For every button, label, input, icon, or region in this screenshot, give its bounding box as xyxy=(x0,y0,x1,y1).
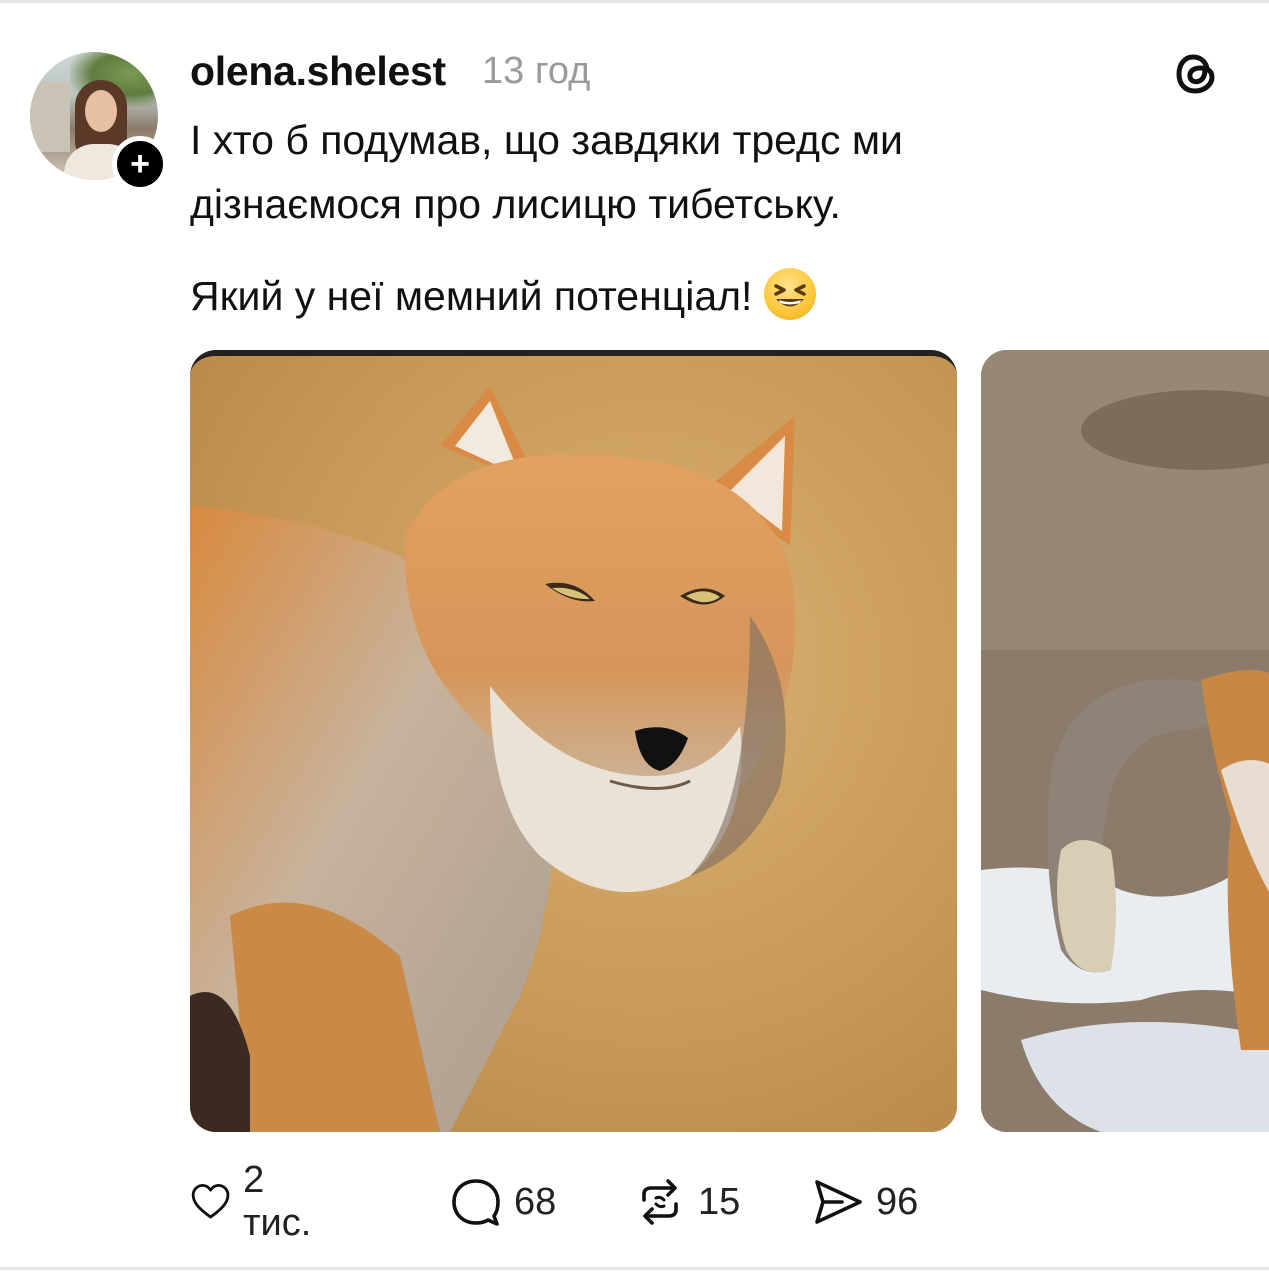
repost-icon xyxy=(642,1179,678,1225)
threads-logo-icon[interactable] xyxy=(1172,48,1224,100)
post-text-line-3-content: Який у неї мемний потенціал! xyxy=(190,273,753,319)
like-count: 2 тис. xyxy=(243,1159,312,1244)
repost-button[interactable]: 15 xyxy=(634,1172,740,1232)
post-text-line-3: Який у неї мемний потенціал! xyxy=(190,264,1190,328)
bottom-divider xyxy=(0,1267,1269,1270)
username[interactable]: olena.shelest xyxy=(190,48,446,95)
timestamp: 13 год xyxy=(482,50,591,92)
share-count: 96 xyxy=(876,1180,919,1223)
follow-plus-icon[interactable]: + xyxy=(112,136,168,192)
post-text-line-2: дізнаємося про лисицю тибетську. xyxy=(190,181,841,227)
share-button[interactable]: 96 xyxy=(812,1172,918,1232)
heart-icon xyxy=(191,1183,230,1219)
repost-count: 15 xyxy=(698,1180,741,1223)
send-icon xyxy=(815,1180,862,1224)
top-divider xyxy=(0,0,1269,3)
comment-button[interactable]: 68 xyxy=(450,1172,556,1232)
post-text-line-1: І хто б подумав, що завдяки тредс ми xyxy=(190,117,903,163)
comment-count: 68 xyxy=(514,1180,557,1223)
grinning-squinting-face-emoji-icon xyxy=(764,268,817,320)
post-photo-fox-2[interactable] xyxy=(981,350,1269,1132)
post-photo-fox-1[interactable] xyxy=(190,350,957,1132)
like-button[interactable]: 2 тис. xyxy=(190,1159,322,1244)
comment-bubble-icon xyxy=(452,1179,500,1226)
